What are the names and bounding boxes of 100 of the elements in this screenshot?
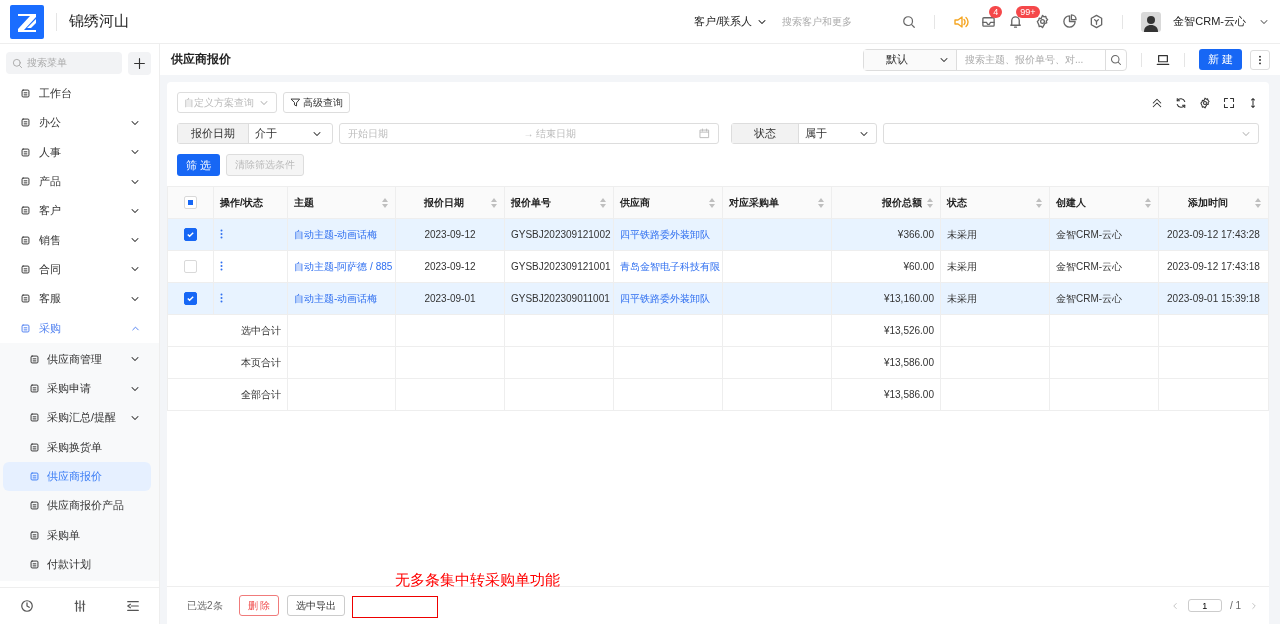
table-cell: 金智CRM-云心 (1049, 218, 1159, 251)
page-title: 供应商报价 (171, 51, 232, 68)
table-cell: 未采用 (940, 250, 1050, 283)
square-icon (20, 117, 31, 129)
column-header[interactable]: 报价总额 (831, 186, 941, 219)
delete-button[interactable]: 删 除 (238, 595, 280, 616)
column-header[interactable]: 对应采购单 (722, 186, 832, 219)
table-cell: GYSBJ202309121002 (504, 218, 614, 251)
column-header[interactable]: 添加时间 (1158, 186, 1269, 219)
submenu-item[interactable]: 采购单 (3, 520, 151, 550)
more-icon[interactable] (220, 260, 223, 271)
more-icon[interactable] (220, 292, 223, 303)
submenu-item[interactable]: 采购申请 (3, 373, 151, 404)
settings-icon[interactable] (1035, 14, 1051, 29)
square-icon (29, 471, 40, 482)
settings-icon[interactable] (1199, 96, 1211, 109)
menu-item[interactable]: 合同 (0, 254, 159, 285)
advanced-search-button[interactable]: 高级查询 (283, 92, 350, 113)
submenu-item[interactable]: 供应商管理 (3, 344, 151, 374)
square-icon (29, 383, 40, 395)
table-cell: 2023-09-12 (395, 218, 505, 251)
add-button[interactable] (128, 52, 151, 75)
table-cell: 2023-09-01 15:39:18 (1158, 282, 1269, 315)
submenu-item[interactable]: 供应商报价 (3, 461, 151, 492)
square-icon (20, 322, 31, 334)
submenu-item[interactable]: 供应商报价产品 (3, 491, 151, 521)
square-icon (20, 146, 31, 158)
square-icon (29, 558, 40, 570)
square-icon (29, 441, 40, 453)
export-button[interactable]: 选中导出 (287, 595, 346, 616)
table-cell: GYSBJ202309011001 (504, 282, 614, 315)
operator-dropdown[interactable]: 属于 (799, 124, 876, 143)
annotation-note: 无多条集中转采购单功能 (395, 571, 560, 590)
selected-count: 已选2条 (187, 598, 223, 613)
history-icon[interactable] (19, 599, 34, 613)
menu-item[interactable]: 工作台 (0, 79, 159, 109)
menu-item[interactable]: 产品 (0, 166, 159, 197)
page-input[interactable]: 1 (1187, 599, 1222, 612)
summary-label: 全部合计 (167, 378, 288, 411)
column-header[interactable]: 报价单号 (504, 186, 614, 219)
fullscreen-icon[interactable] (1223, 96, 1235, 109)
operator-dropdown[interactable]: 介于 (249, 124, 329, 143)
search-icon (12, 57, 23, 69)
refresh-icon[interactable] (1175, 96, 1187, 109)
bell-icon[interactable] (1008, 14, 1024, 29)
row-checkbox[interactable] (184, 228, 197, 241)
table-cell: 2023-09-01 (395, 282, 505, 315)
column-header[interactable]: 供应商 (613, 186, 723, 219)
select-all-checkbox[interactable] (184, 196, 197, 209)
table-cell: 2023-09-12 17:43:18 (1158, 250, 1269, 283)
collapse-menu-icon[interactable] (125, 599, 140, 613)
table-cell: 2023-09-12 17:43:28 (1158, 218, 1269, 251)
square-icon (20, 293, 31, 305)
filter-label: 状态 (732, 124, 800, 143)
column-header[interactable]: 操作/状态 (213, 186, 288, 219)
avatar[interactable] (1141, 11, 1162, 32)
column-header[interactable]: 报价日期 (395, 186, 505, 219)
more-icon[interactable] (220, 228, 223, 239)
menu-item[interactable]: 人事 (0, 137, 159, 167)
square-icon (29, 412, 40, 424)
square-icon (20, 205, 31, 217)
search-scope-dropdown[interactable]: 客户/联系人 (694, 14, 769, 29)
user-name[interactable]: 金智CRM-云心 (1173, 14, 1246, 29)
menu-item[interactable]: 办公 (0, 108, 159, 138)
menu-item[interactable]: 采购 (0, 313, 159, 343)
column-header[interactable]: 创建人 (1049, 186, 1159, 219)
menu-item[interactable]: 销售 (0, 225, 159, 255)
menu-item[interactable]: 客服 (0, 284, 159, 314)
summary-amount: ¥13,526.00 (831, 314, 941, 347)
new-button[interactable]: 新 建 (1199, 49, 1242, 70)
table-cell: ¥13,160.00 (831, 282, 941, 315)
summary-label: 本页合计 (167, 346, 288, 379)
logo-icon (10, 4, 44, 39)
menu-item[interactable]: 客户 (0, 196, 159, 226)
table-cell: 金智CRM-云心 (1049, 282, 1159, 315)
plus-icon (133, 57, 146, 70)
filter-label: 报价日期 (178, 124, 249, 143)
collapse-icon[interactable] (1151, 96, 1163, 109)
square-icon (20, 88, 31, 100)
inbox-icon[interactable] (981, 14, 997, 29)
submenu-item[interactable]: 付款计划 (3, 549, 151, 580)
table-cell: 金智CRM-云心 (1049, 250, 1159, 283)
table-cell: ¥366.00 (831, 218, 941, 251)
hexagon-icon[interactable] (1089, 14, 1105, 29)
table-cell: 未采用 (940, 218, 1050, 251)
pie-chart-icon[interactable] (1062, 14, 1078, 29)
submenu-item[interactable]: 采购汇总/提醒 (3, 403, 151, 433)
laptop-icon[interactable] (1156, 52, 1170, 67)
square-icon (29, 500, 40, 512)
filter-button[interactable]: 筛 选 (177, 154, 220, 176)
sliders-icon[interactable] (72, 599, 87, 613)
column-header[interactable]: 状态 (940, 186, 1050, 219)
column-header[interactable]: 主题 (287, 186, 396, 219)
submenu-item[interactable]: 采购换货单 (3, 432, 151, 462)
square-icon (20, 234, 31, 246)
row-checkbox[interactable] (184, 292, 197, 305)
summary-amount: ¥13,586.00 (831, 378, 941, 411)
search-icon[interactable] (902, 14, 917, 29)
summary-amount: ¥13,586.00 (831, 346, 941, 379)
square-icon (29, 529, 40, 541)
